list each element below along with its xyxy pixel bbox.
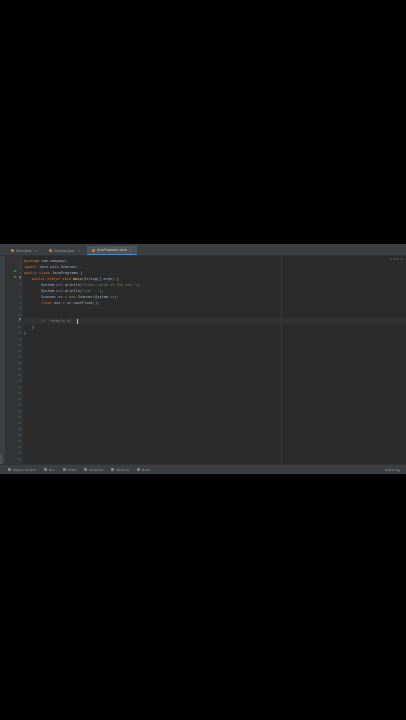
code-line: float one = sc.nextFloat(); (41, 301, 100, 305)
right-margin-guide (281, 256, 282, 464)
line-number: 34 (17, 457, 21, 461)
tab-label: JavaPrograms.java (97, 248, 127, 252)
editor-tab-bar: Main.java × Scanner.java × JavaPrograms.… (0, 244, 406, 256)
todo-button[interactable]: TODO (62, 468, 76, 472)
java-file-icon (92, 248, 96, 252)
code-editor[interactable]: package com.company; import java.util.Sc… (23, 256, 406, 464)
run-button[interactable]: Run (43, 468, 55, 472)
build-button[interactable]: Build (137, 468, 150, 472)
close-icon[interactable]: × (77, 249, 80, 253)
tab-scanner[interactable]: Scanner.java × (43, 246, 86, 255)
close-icon[interactable]: × (130, 248, 133, 252)
version-control-button[interactable]: Version Control (8, 468, 36, 472)
problems-button[interactable]: Problems (84, 468, 103, 472)
warning-icon (84, 468, 88, 471)
line-number-gutter: 1 2 3 4 5 6 7 8 9 10 11 12 13 14 15 16 17 18 19 20 21 22 23 24 2… (5, 256, 23, 464)
text-caret (77, 318, 78, 324)
hammer-icon (137, 468, 140, 471)
java-file-icon (11, 249, 14, 252)
tab-main[interactable]: Main.java × (6, 246, 42, 255)
play-icon (43, 468, 47, 471)
list-icon (62, 468, 66, 471)
inspection-widget[interactable]: ⚠ 1 ✔ 1 (390, 257, 402, 261)
tab-label: Main.java (16, 248, 32, 253)
terminal-button[interactable]: Terminal (111, 468, 129, 472)
bottom-tool-bar: Version Control Run TODO Problems Termin… (0, 464, 406, 474)
close-icon[interactable]: × (34, 249, 37, 253)
java-file-icon (48, 249, 52, 252)
tab-label: Scanner.java (53, 248, 75, 253)
terminal-icon (111, 468, 115, 471)
tab-javaprograms[interactable]: JavaPrograms.java × (87, 246, 138, 255)
ide-window: Main.java × Scanner.java × JavaPrograms.… (0, 244, 406, 474)
event-log-button[interactable]: Event Log (385, 468, 400, 472)
code-line: } (24, 331, 27, 335)
git-icon (8, 468, 11, 471)
